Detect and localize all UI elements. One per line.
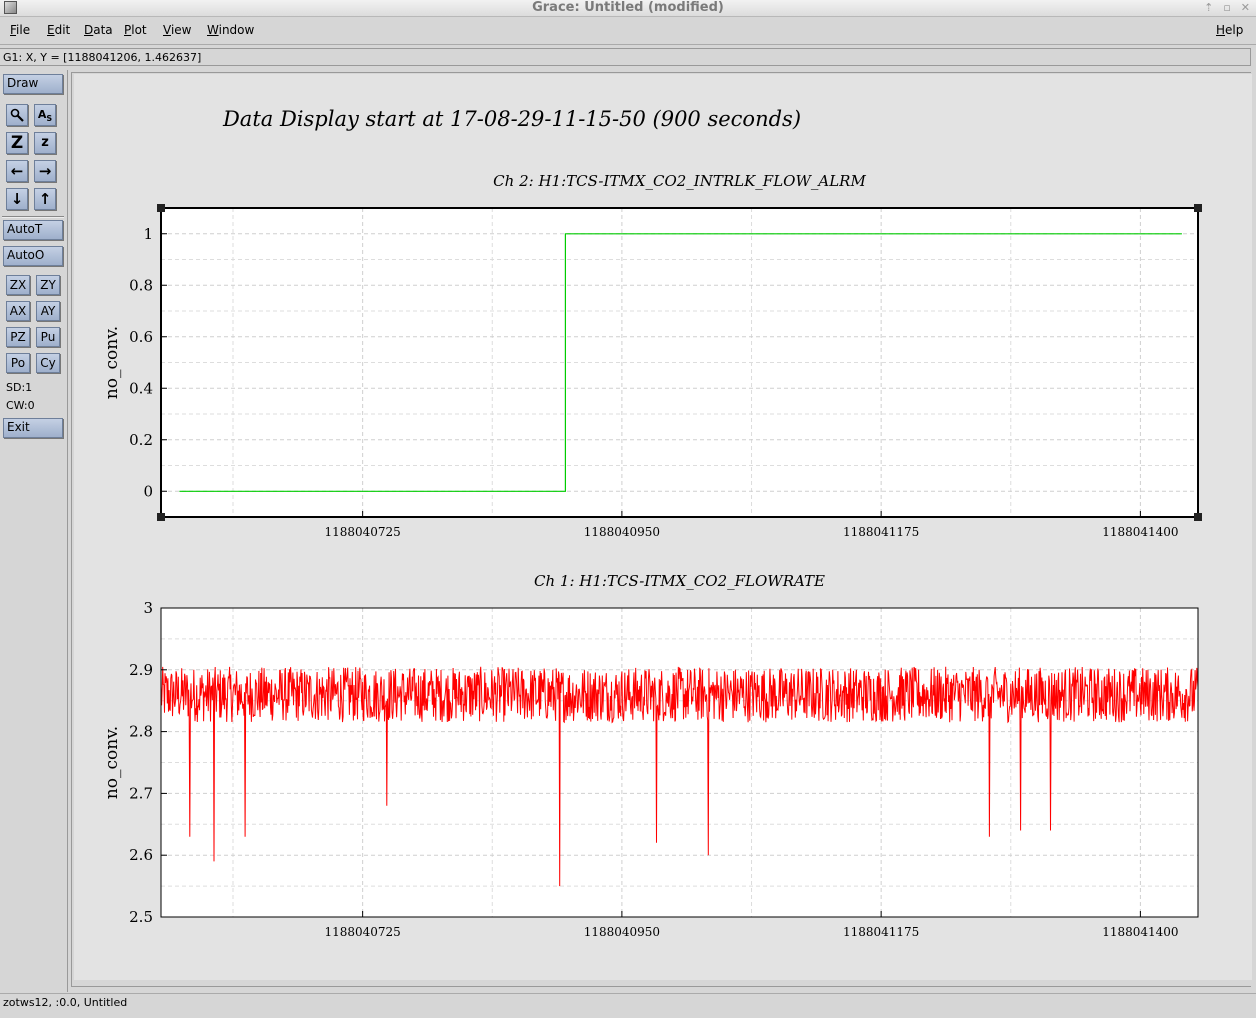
graph-1: 1188040725 1188040950 1188041175 1188041400… (102, 572, 1199, 939)
autoscale-y-button[interactable]: AY (36, 301, 60, 321)
selection-handle (1194, 204, 1202, 212)
arrow-left-icon: ← (10, 162, 24, 180)
menu-data[interactable]: Data (84, 23, 113, 37)
x-tick-label: 1188040725 (324, 925, 400, 939)
title-bar: Grace: Untitled (modified) ⇡ ▫ ✕ (0, 0, 1256, 17)
y-tick-label: 2.5 (129, 908, 153, 926)
arrow-right-icon: → (38, 162, 52, 180)
x-tick-label: 1188040950 (584, 525, 660, 539)
menu-edit[interactable]: Edit (47, 23, 70, 37)
autoscale-x-button[interactable]: AX (6, 301, 30, 321)
autoscale-on-button[interactable]: AutoO (3, 246, 63, 266)
close-icon[interactable]: ✕ (1241, 1, 1250, 14)
plot-canvas[interactable]: Data Display start at 17-08-29-11-15-50 … (74, 74, 1252, 980)
autoscale-text-button[interactable]: AS (34, 104, 56, 126)
plot-svg[interactable]: Data Display start at 17-08-29-11-15-50 … (74, 74, 1252, 980)
current-world-label: CW:0 (6, 399, 35, 412)
menu-window[interactable]: Window (207, 23, 254, 37)
menu-bar: File Edit Data Plot View Window Help (0, 19, 1256, 45)
x-tick-label: 1188041400 (1102, 525, 1178, 539)
scroll-left-button[interactable]: ← (6, 160, 28, 182)
abc-text-icon: AS (37, 108, 53, 124)
tool-bar: Draw AS Z z ← → ↓ ↑ AutoT AutoO ZX ZY AX… (0, 70, 68, 992)
x-tick-label: 1188041400 (1102, 925, 1178, 939)
status-bar: zotws12, :0.0, Untitled (0, 993, 1256, 1013)
autoscale-ticks-button[interactable]: AutoT (3, 220, 63, 240)
menu-view[interactable]: View (163, 23, 191, 37)
pop-button[interactable]: Po (6, 353, 30, 373)
cycle-button[interactable]: Cy (36, 353, 60, 373)
stack-depth-label: SD:1 (6, 381, 33, 394)
menu-help[interactable]: Help (1216, 23, 1243, 37)
draw-button[interactable]: Draw (3, 74, 63, 94)
y-tick-label: 0.4 (129, 379, 153, 397)
scroll-down-button[interactable]: ↓ (6, 188, 28, 210)
y-tick-label: 0 (143, 482, 153, 500)
zoom-y-button[interactable]: ZY (36, 275, 60, 295)
graph-0: 1188040725 1188040950 1188041175 1188041400… (102, 172, 1202, 539)
zoom-out-z-icon: z (41, 135, 49, 150)
y-tick-label: 2.7 (129, 784, 153, 802)
selection-handle (1194, 513, 1202, 521)
arrow-down-icon: ↓ (10, 190, 24, 208)
graph-title: Ch 2: H1:TCS-ITMX_CO2_INTRLK_FLOW_ALRM (493, 172, 866, 190)
menu-file[interactable]: File (10, 23, 30, 37)
y-tick-label: 2.9 (129, 661, 153, 679)
window-title: Grace: Untitled (modified) (532, 0, 724, 15)
locator-readout: G1: X, Y = [1188041206, 1.462637] (0, 48, 1251, 66)
y-tick-label: 0.6 (129, 328, 153, 346)
y-axis-label: no_conv. (102, 326, 122, 399)
selection-handle (157, 513, 165, 521)
x-tick-label: 1188041175 (843, 925, 919, 939)
menu-plot[interactable]: Plot (124, 23, 147, 37)
y-tick-label: 2.6 (129, 846, 153, 864)
y-tick-label: 0.8 (129, 276, 153, 294)
maximize-icon[interactable]: ⇡ (1204, 1, 1213, 14)
exit-button[interactable]: Exit (3, 418, 63, 438)
toolbar-separator (2, 216, 64, 218)
scroll-up-button[interactable]: ↑ (34, 188, 56, 210)
scroll-right-button[interactable]: → (34, 160, 56, 182)
y-tick-label: 3 (143, 599, 153, 617)
y-tick-label: 0.2 (129, 431, 153, 449)
x-tick-label: 1188041175 (843, 525, 919, 539)
graph-title: Ch 1: H1:TCS-ITMX_CO2_FLOWRATE (534, 572, 825, 590)
y-tick-label: 2.8 (129, 723, 153, 741)
push-button[interactable]: Pu (36, 327, 60, 347)
x-tick-label: 1188040950 (584, 925, 660, 939)
arrow-up-icon: ↑ (38, 190, 52, 208)
selection-handle (157, 204, 165, 212)
zoom-in-button[interactable]: Z (6, 132, 28, 154)
window-controls: ⇡ ▫ ✕ (1194, 0, 1250, 15)
y-axis-label: no_conv. (102, 726, 122, 799)
restore-icon[interactable]: ▫ (1223, 1, 1230, 14)
push-zoom-button[interactable]: PZ (6, 327, 30, 347)
zoom-x-button[interactable]: ZX (6, 275, 30, 295)
zoom-in-z-icon: Z (10, 133, 24, 153)
magnifier-icon (10, 108, 24, 122)
zoom-magnifier-button[interactable] (6, 104, 28, 126)
zoom-out-button[interactable]: z (34, 132, 56, 154)
y-tick-label: 1 (143, 225, 153, 243)
plot-title: Data Display start at 17-08-29-11-15-50 … (222, 107, 801, 131)
x-tick-label: 1188040725 (324, 525, 400, 539)
